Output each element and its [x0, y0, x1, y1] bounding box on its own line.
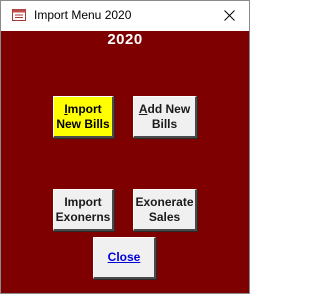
label-part: New Bills	[56, 116, 110, 131]
form-icon	[12, 9, 26, 21]
label-part: Sales	[148, 209, 181, 224]
accelerator-key: A	[138, 101, 148, 116]
import-exonerns-button[interactable]: Import Exonerns	[53, 189, 114, 231]
form-year-label: 2020	[107, 31, 143, 48]
close-button[interactable]: Close	[93, 237, 156, 279]
add-new-bills-label: Add New Bills	[139, 102, 190, 132]
window-title: Import Menu 2020	[34, 8, 132, 22]
label-part: Exonerate	[135, 194, 194, 209]
exonerate-sales-label: Exonerate Sales	[135, 195, 193, 225]
label-part: mport	[67, 101, 102, 116]
add-new-bills-button[interactable]: Add New Bills	[133, 96, 197, 138]
label-part: Import	[64, 194, 102, 209]
close-icon	[223, 9, 235, 21]
label-part: dd New	[147, 101, 191, 116]
title-bar[interactable]: Import Menu 2020	[1, 1, 249, 31]
label-part: Bills	[151, 116, 178, 131]
close-label: Close	[108, 250, 141, 265]
label-part: lose	[116, 250, 141, 264]
import-menu-window: Import Menu 2020 2020 Import New Bills Ad…	[0, 0, 250, 294]
exonerate-sales-button[interactable]: Exonerate Sales	[133, 189, 197, 231]
form-body: 2020 Import New Bills Add New Bills Import…	[1, 31, 249, 293]
window-close-button[interactable]	[215, 3, 243, 27]
import-new-bills-button[interactable]: Import New Bills	[53, 96, 114, 138]
import-exonerns-label: Import Exonerns	[56, 195, 111, 225]
import-new-bills-label: Import New Bills	[56, 102, 109, 132]
label-part: Exonerns	[55, 209, 111, 224]
